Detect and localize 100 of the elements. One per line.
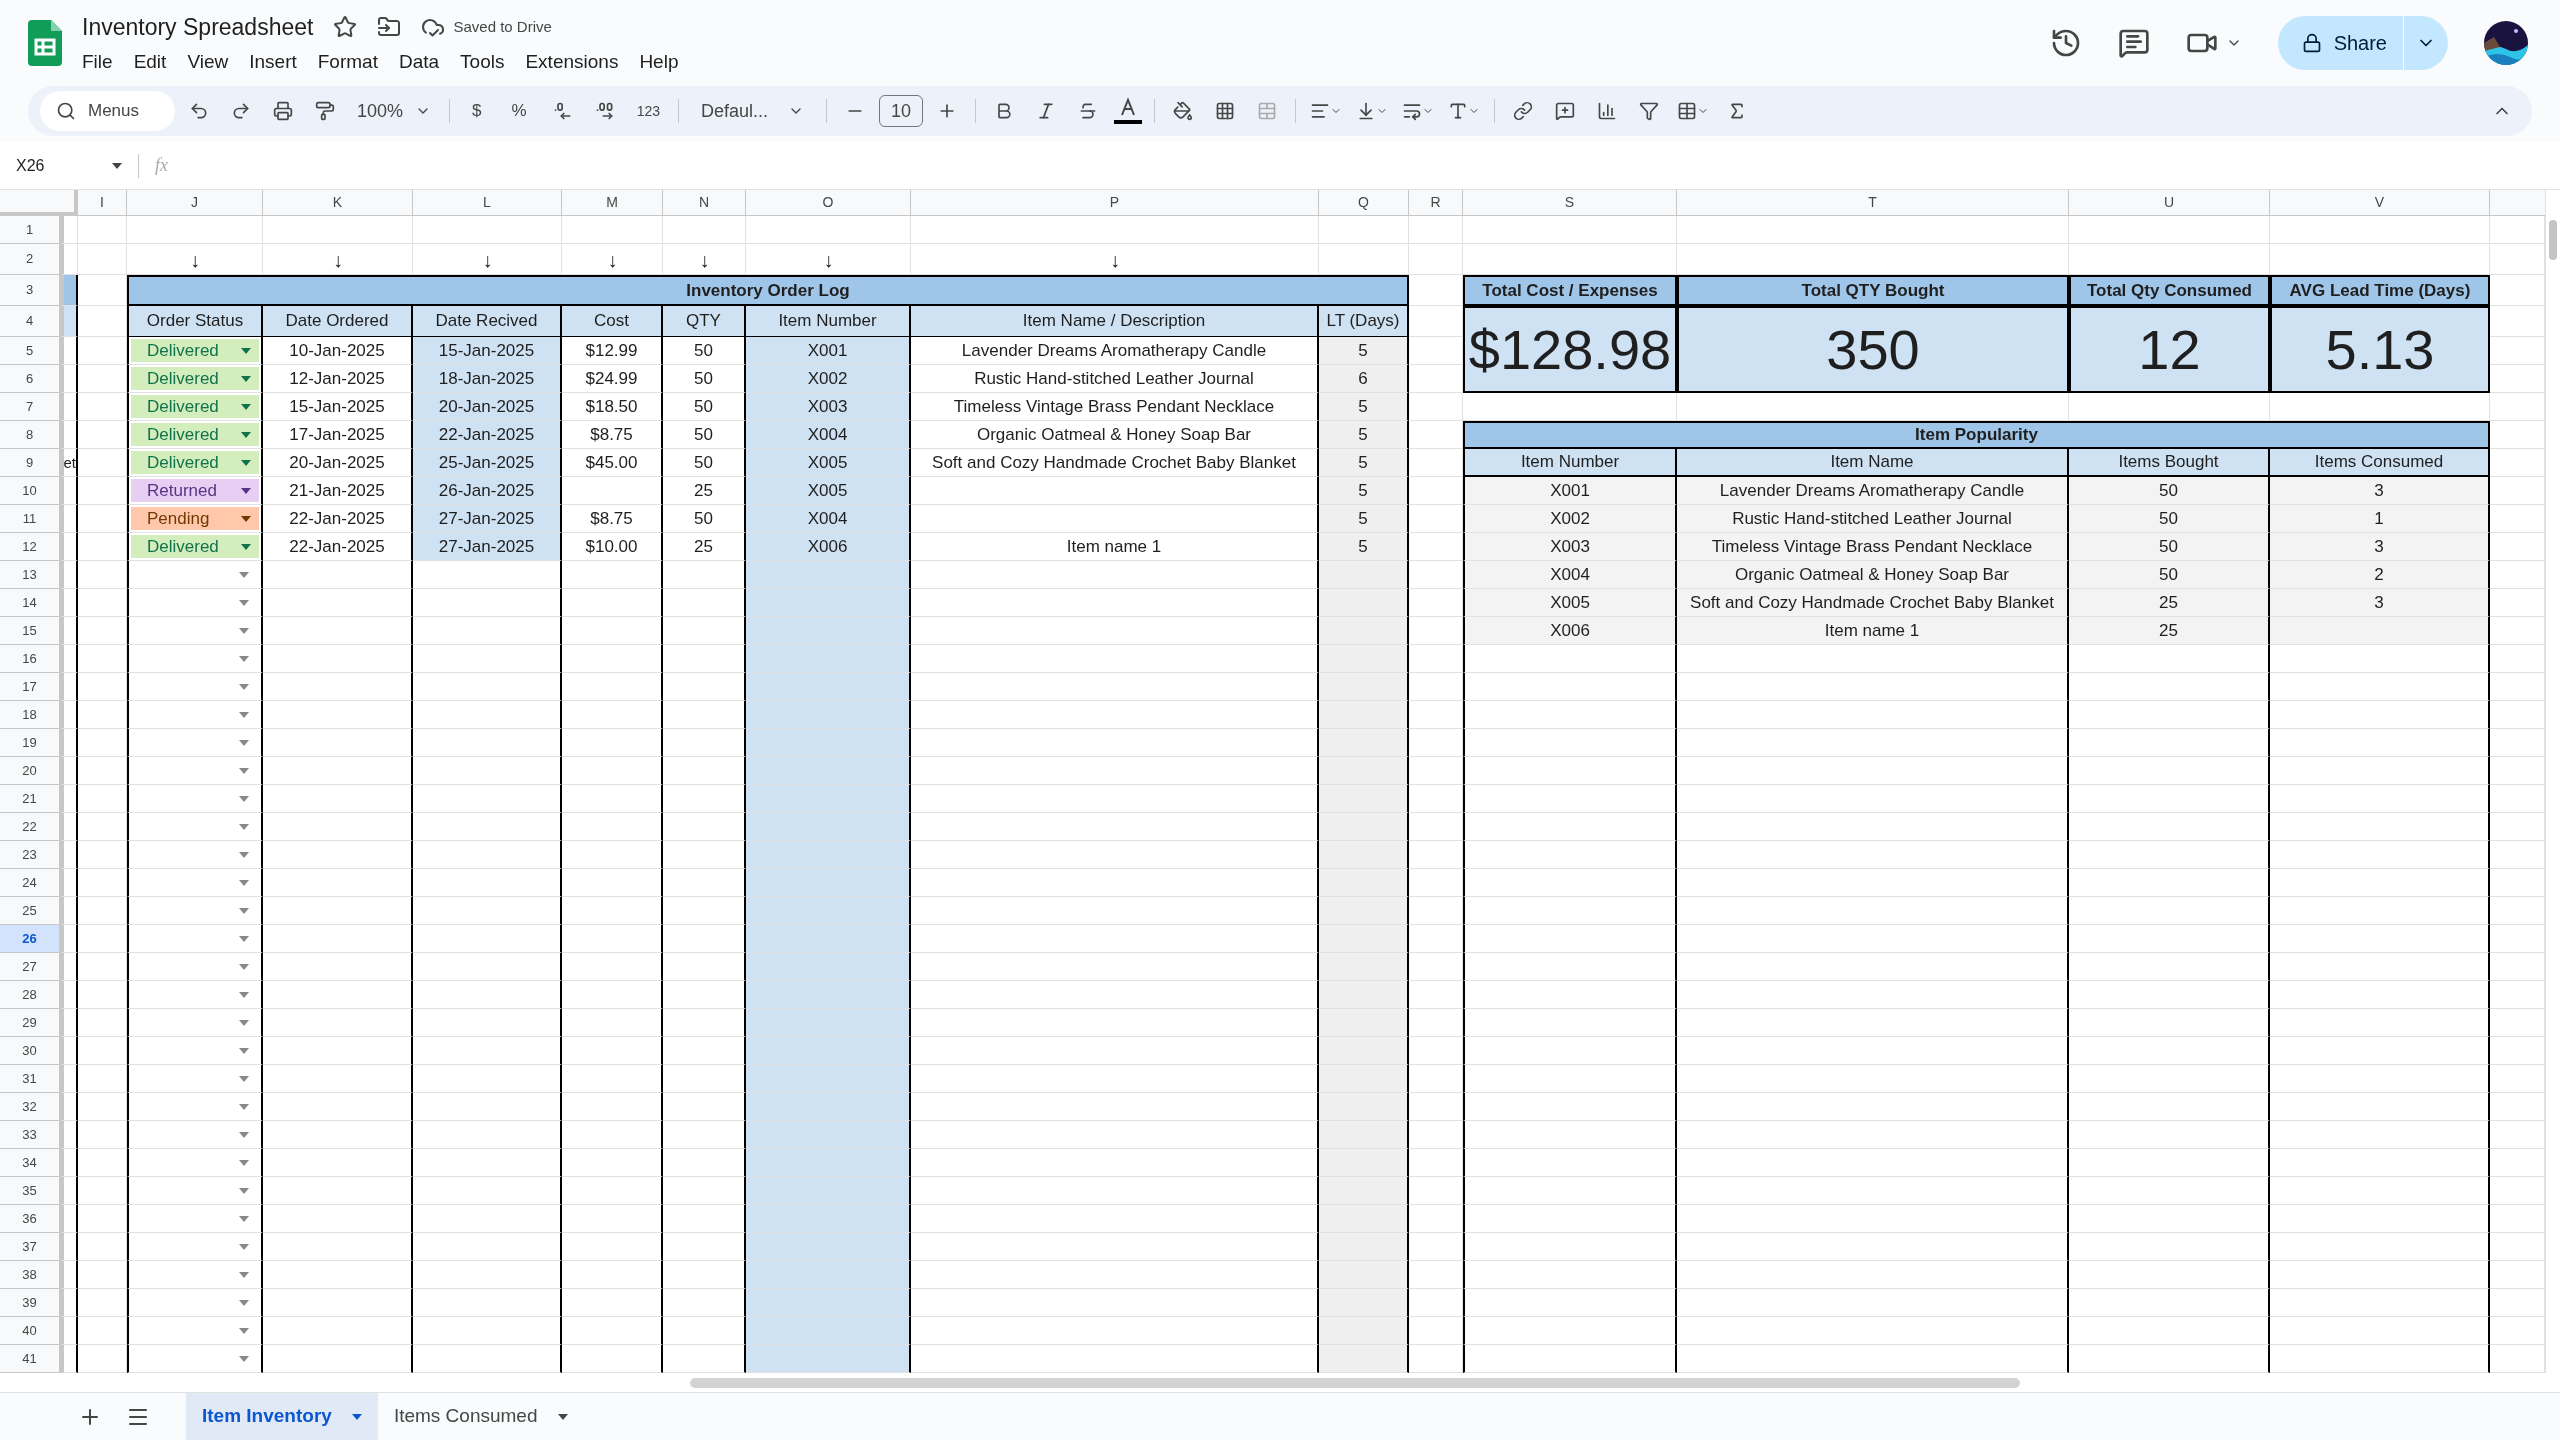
row-header[interactable]: 36 [0, 1205, 60, 1233]
table-cell[interactable] [127, 673, 263, 701]
menu-item[interactable]: View [187, 48, 229, 77]
grid-cell[interactable] [60, 337, 78, 365]
table-cell[interactable] [127, 1177, 263, 1205]
name-box[interactable]: X26 [0, 153, 130, 178]
sheet-tab[interactable]: Item Inventory [186, 1393, 378, 1440]
grid-cell[interactable] [60, 1261, 78, 1289]
table-cell[interactable] [127, 1345, 263, 1373]
grid-cell[interactable] [60, 897, 78, 925]
grid-cell[interactable] [60, 1289, 78, 1317]
menu-item[interactable]: Tools [460, 48, 505, 77]
percent-format-button[interactable]: % [499, 98, 539, 124]
column-header[interactable]: T [1677, 190, 2069, 216]
row-header[interactable]: 1 [0, 216, 60, 244]
grid-cell[interactable] [60, 981, 78, 1009]
row-header[interactable]: 40 [0, 1317, 60, 1345]
dropdown-caret-icon[interactable] [241, 431, 251, 438]
grid-cell[interactable] [60, 869, 78, 897]
grid-cell[interactable] [60, 275, 78, 306]
dropdown-caret-icon[interactable] [241, 543, 251, 550]
grid-cell[interactable] [60, 589, 78, 617]
column-header[interactable]: L [413, 190, 562, 216]
row-header[interactable]: 37 [0, 1233, 60, 1261]
vertical-scrollbar[interactable] [2549, 220, 2557, 260]
column-header[interactable]: Q [1319, 190, 1409, 216]
row-header[interactable]: 34 [0, 1149, 60, 1177]
table-cell[interactable] [127, 1317, 263, 1345]
grid-cell[interactable] [60, 505, 78, 533]
table-cell[interactable] [127, 1149, 263, 1177]
table-cell[interactable] [127, 1289, 263, 1317]
column-header[interactable]: S [1463, 190, 1677, 216]
grid-cell[interactable] [60, 1009, 78, 1037]
row-header[interactable]: 5 [0, 337, 60, 365]
table-cell[interactable] [127, 841, 263, 869]
menu-item[interactable]: Help [639, 48, 679, 77]
table-cell[interactable] [127, 1205, 263, 1233]
column-header[interactable]: V [2270, 190, 2490, 216]
row-header[interactable]: 27 [0, 953, 60, 981]
table-cell[interactable] [127, 1093, 263, 1121]
grid-cell[interactable] [60, 477, 78, 505]
grid-cell[interactable] [60, 701, 78, 729]
table-cell[interactable] [127, 785, 263, 813]
table-cell[interactable] [127, 645, 263, 673]
grid-cell[interactable] [60, 1317, 78, 1345]
grid-cell[interactable] [60, 953, 78, 981]
table-cell[interactable] [127, 729, 263, 757]
grid-cell[interactable] [60, 813, 78, 841]
row-header[interactable]: 24 [0, 869, 60, 897]
column-header[interactable]: P [911, 190, 1319, 216]
dropdown-caret-icon[interactable] [241, 347, 251, 354]
table-cell[interactable] [127, 981, 263, 1009]
grid-cell[interactable] [60, 729, 78, 757]
select-all-corner[interactable] [0, 190, 78, 216]
grid-cell[interactable] [60, 365, 78, 393]
dropdown-caret-icon[interactable] [241, 375, 251, 382]
row-header[interactable]: 14 [0, 589, 60, 617]
grid-cell[interactable] [60, 1345, 78, 1373]
table-cell[interactable] [127, 561, 263, 589]
grid-cell[interactable] [60, 1205, 78, 1233]
row-header[interactable]: 9 [0, 449, 60, 477]
grid-cell[interactable] [60, 1233, 78, 1261]
grid-cell[interactable] [60, 1149, 78, 1177]
row-header[interactable]: 11 [0, 505, 60, 533]
row-header[interactable]: 4 [0, 306, 60, 337]
table-cell[interactable] [127, 953, 263, 981]
letter-icon[interactable] [1448, 101, 1469, 121]
row-header[interactable]: 8 [0, 421, 60, 449]
dropdown-caret-icon[interactable] [241, 403, 251, 410]
menu-item[interactable]: Data [398, 48, 440, 77]
grid-cell[interactable] [60, 785, 78, 813]
grid-cell[interactable] [60, 617, 78, 645]
grid-cell[interactable] [60, 757, 78, 785]
grid-cell[interactable] [60, 393, 78, 421]
grid-cell[interactable] [60, 645, 78, 673]
text-wrap-icon[interactable] [1402, 101, 1423, 121]
row-header[interactable]: 35 [0, 1177, 60, 1205]
column-header[interactable]: K [263, 190, 413, 216]
row-header[interactable]: 33 [0, 1121, 60, 1149]
dropdown-caret-icon[interactable] [557, 1413, 568, 1420]
align-left-icon[interactable] [1310, 101, 1331, 121]
row-header[interactable]: 25 [0, 897, 60, 925]
currency-format-button[interactable]: $ [460, 98, 494, 124]
table-cell[interactable] [127, 869, 263, 897]
star-icon[interactable] [333, 14, 358, 39]
row-header[interactable]: 23 [0, 841, 60, 869]
row-header[interactable]: 39 [0, 1289, 60, 1317]
menu-search-field[interactable]: Menus [40, 91, 175, 131]
grid-cell[interactable]: et [60, 449, 78, 477]
row-header[interactable]: 13 [0, 561, 60, 589]
row-header[interactable]: 28 [0, 981, 60, 1009]
menu-item[interactable]: Extensions [525, 48, 619, 77]
row-header[interactable]: 29 [0, 1009, 60, 1037]
column-header[interactable]: M [562, 190, 663, 216]
grid-cell[interactable] [60, 421, 78, 449]
row-header[interactable]: 18 [0, 701, 60, 729]
column-header[interactable]: I [78, 190, 127, 216]
sheet-tab[interactable]: Items Consumed [377, 1393, 584, 1440]
grid-cell[interactable] [60, 1121, 78, 1149]
row-header[interactable]: 15 [0, 617, 60, 645]
